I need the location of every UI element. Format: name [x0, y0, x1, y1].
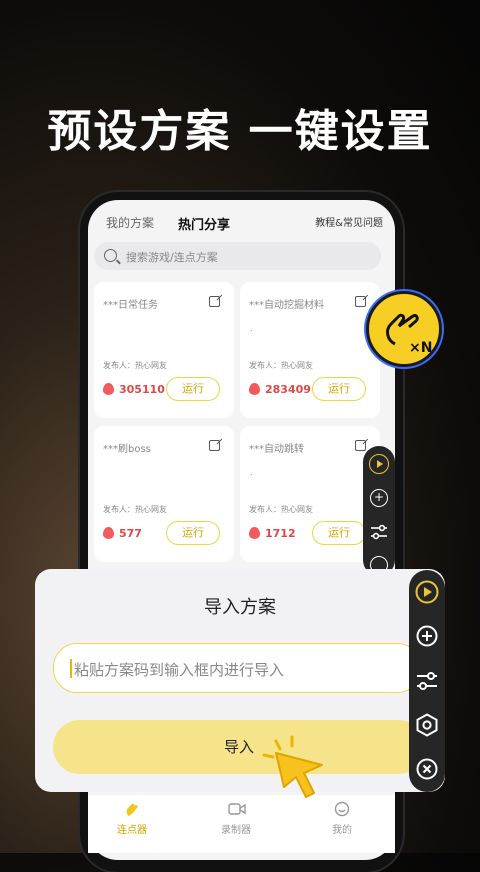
run-button[interactable]: 运行	[312, 377, 366, 401]
card-title: ***刷boss	[103, 444, 151, 455]
card-publisher: 发布人：热心网友	[249, 505, 313, 514]
nav-label-clicker: 连点器	[117, 825, 147, 836]
card-publisher: 发布人：热心网友	[249, 361, 313, 370]
edit-icon[interactable]	[355, 296, 366, 307]
run-button[interactable]: 运行	[166, 521, 220, 545]
add-icon[interactable]	[416, 625, 438, 651]
close-icon[interactable]	[416, 758, 438, 784]
card-snippet: .	[250, 324, 253, 333]
help-link[interactable]: 教程&常见问题	[315, 214, 383, 229]
tab-hot-share[interactable]: 热门分享	[178, 214, 230, 233]
flame-icon	[103, 383, 114, 395]
card-count: 577	[119, 527, 142, 540]
headline: 预设方案 一键设置	[47, 106, 433, 157]
search-placeholder: 搜索游戏/连点方案	[126, 251, 218, 264]
bottom-nav: 连点器 录制器 我的	[88, 795, 395, 853]
sliders-icon[interactable]	[370, 524, 388, 544]
edit-icon[interactable]	[355, 440, 366, 451]
edit-icon[interactable]	[209, 440, 220, 451]
card-title: ***自动挖掘材料	[249, 300, 324, 311]
nav-item-recorder[interactable]: 录制器	[206, 801, 266, 836]
card-count: 283409	[265, 383, 311, 396]
play-icon[interactable]	[369, 454, 389, 474]
card-title: ***日常任务	[103, 300, 158, 311]
add-icon[interactable]: +	[370, 489, 388, 507]
smile-icon	[334, 801, 350, 817]
run-button[interactable]: 运行	[312, 521, 366, 545]
tab-my-plans[interactable]: 我的方案	[106, 214, 154, 231]
play-icon[interactable]	[415, 580, 439, 608]
badge-icon: ×N	[366, 291, 442, 367]
import-dialog: 导入方案 粘贴方案码到输入框内进行导入 导入	[35, 569, 445, 792]
edit-icon[interactable]	[209, 296, 220, 307]
cursor-icon	[262, 735, 330, 803]
plan-card[interactable]: ***刷boss 发布人：热心网友 577 运行	[94, 426, 234, 562]
svg-text:×N: ×N	[409, 340, 432, 356]
nav-item-clicker[interactable]: 连点器	[102, 801, 162, 836]
dialog-title: 导入方案	[204, 597, 276, 618]
search-input[interactable]: 搜索游戏/连点方案	[94, 242, 381, 270]
card-count: 1712	[265, 527, 296, 540]
nav-label-mine: 我的	[332, 825, 352, 836]
sliders-icon[interactable]	[416, 671, 438, 695]
card-publisher: 发布人：热心网友	[103, 505, 167, 514]
import-button[interactable]: 导入	[53, 720, 425, 774]
nav-item-mine[interactable]: 我的	[312, 801, 372, 836]
target-icon[interactable]	[415, 713, 439, 741]
video-icon	[228, 801, 246, 817]
card-snippet: .	[250, 468, 253, 477]
plan-card[interactable]: ***日常任务 发布人：热心网友 305110 运行	[94, 282, 234, 418]
plan-code-input[interactable]: 粘贴方案码到输入框内进行导入	[53, 643, 421, 693]
plan-code-placeholder: 粘贴方案码到输入框内进行导入	[74, 661, 285, 679]
flame-icon	[249, 383, 260, 395]
text-caret	[70, 659, 72, 678]
card-count: 305110	[119, 383, 165, 396]
card-publisher: 发布人：热心网友	[103, 361, 167, 370]
plan-card[interactable]: ***自动跳转 . 发布人：热心网友 1712 运行	[240, 426, 380, 562]
flame-icon	[249, 527, 260, 539]
floating-toolbar-small: +	[363, 446, 395, 576]
flame-icon	[103, 527, 114, 539]
nav-label-recorder: 录制器	[221, 825, 251, 836]
search-icon	[104, 249, 117, 262]
floating-toolbar	[409, 570, 445, 792]
tab-bar: 我的方案 热门分享 教程&常见问题	[106, 214, 383, 234]
plan-card[interactable]: ***自动挖掘材料 . 发布人：热心网友 283409 运行	[240, 282, 380, 418]
run-button[interactable]: 运行	[166, 377, 220, 401]
hand-icon	[124, 801, 140, 817]
card-title: ***自动跳转	[249, 444, 304, 455]
